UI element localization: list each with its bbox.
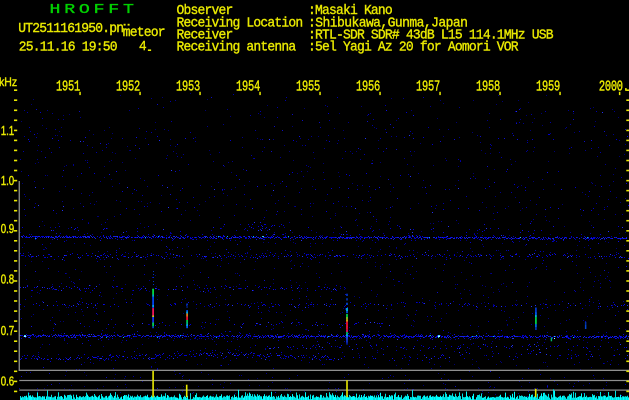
svg-text:1954: 1954 <box>236 78 260 95</box>
svg-text:1959: 1959 <box>536 78 560 95</box>
svg-text:1955: 1955 <box>296 78 320 95</box>
svg-text:0.9: 0.9 <box>1 223 14 237</box>
svg-text::5el Yagi Az 20 for Aomori VOR: :5el Yagi Az 20 for Aomori VOR <box>308 40 518 56</box>
svg-text:1.0: 1.0 <box>1 175 14 189</box>
svg-text:kHz: kHz <box>0 76 17 89</box>
svg-text:1951: 1951 <box>56 78 80 95</box>
svg-text:1.1: 1.1 <box>1 125 14 139</box>
svg-text:UT2511161950.pn: UT2511161950.pn <box>18 22 123 38</box>
svg-text:HROFFT: HROFFT <box>50 2 138 17</box>
svg-text:1958: 1958 <box>476 78 500 95</box>
svg-text:0.6: 0.6 <box>1 376 14 390</box>
svg-text:1953: 1953 <box>176 78 200 95</box>
svg-text:1956: 1956 <box>356 78 380 95</box>
svg-text:2000.: 2000. <box>599 78 629 95</box>
svg-text:1952: 1952 <box>116 78 140 95</box>
svg-text:0.8: 0.8 <box>1 274 14 288</box>
svg-text:0.7: 0.7 <box>1 325 14 339</box>
svg-text:4: 4 <box>139 40 147 56</box>
svg-text:25.11.16 19:50: 25.11.16 19:50 <box>19 40 118 56</box>
svg-text:1957: 1957 <box>416 78 440 95</box>
svg-text:Receiving antenna: Receiving antenna <box>177 40 297 56</box>
